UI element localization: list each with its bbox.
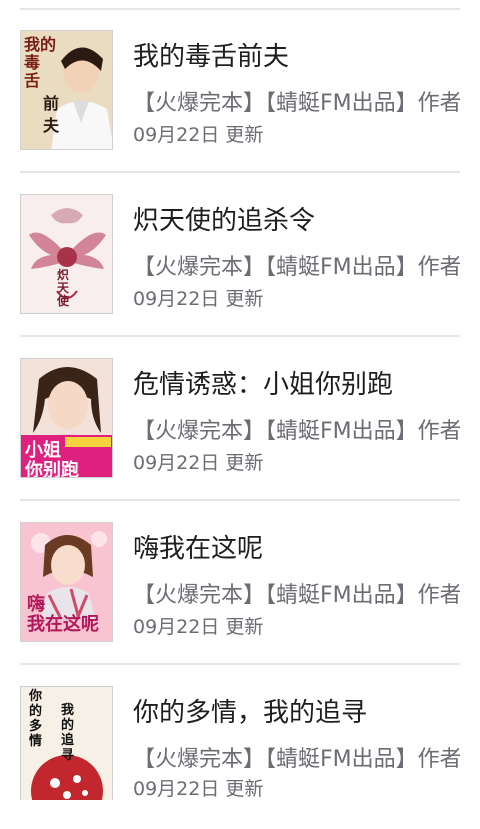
book-subtitle: 【火爆完本】【蜻蜓FM出品】作者... [133, 419, 460, 444]
book-item[interactable]: 嗨我在这呢 嗨我在这呢 【火爆完本】【蜻蜓FM出品】作者... 09月22日 更… [0, 502, 480, 665]
item-divider [20, 335, 460, 337]
book-cover[interactable]: 你的多情 我的追寻 [20, 686, 113, 800]
cover-title-text: 小姐 你别跑 [25, 440, 79, 478]
book-update-date: 09月22日 更新 [133, 452, 264, 474]
book-subtitle: 【火爆完本】【蜻蜓FM出品】作者... [133, 91, 460, 116]
book-title: 嗨我在这呢 [133, 534, 264, 564]
book-update-date: 09月22日 更新 [133, 124, 264, 146]
book-update-date: 09月22日 更新 [133, 778, 264, 800]
book-cover[interactable]: 我的毒舌 前夫 [20, 30, 113, 150]
book-title: 炽天使的追杀令 [133, 206, 316, 236]
book-title: 我的毒舌前夫 [133, 42, 290, 72]
book-item[interactable]: 你的多情 我的追寻 你的多情，我的追寻 【火爆完本】【蜻蜓FM出品】作者... … [0, 666, 480, 829]
cover-title-text: 嗨我在这呢 [27, 594, 99, 635]
book-subtitle: 【火爆完本】【蜻蜓FM出品】作者... [133, 747, 460, 772]
book-cover[interactable]: 嗨我在这呢 [20, 522, 113, 642]
item-divider [20, 499, 460, 501]
cover-title-text: 我的追寻 [61, 703, 75, 763]
book-update-date: 09月22日 更新 [133, 288, 264, 310]
book-item[interactable]: 小姐 你别跑 危情诱惑：小姐你别跑 【火爆完本】【蜻蜓FM出品】作者... 09月… [0, 338, 480, 501]
cover-title-text: 炽天使 [57, 268, 70, 308]
book-title: 你的多情，我的追寻 [133, 698, 368, 728]
book-cover[interactable]: 炽天使 [20, 194, 113, 314]
item-divider [20, 663, 460, 665]
book-title: 危情诱惑：小姐你别跑 [133, 370, 394, 400]
cover-title-text: 我的毒舌 [24, 35, 57, 90]
book-subtitle: 【火爆完本】【蜻蜓FM出品】作者... [133, 583, 460, 608]
book-item[interactable]: 我的毒舌 前夫 我的毒舌前夫 【火爆完本】【蜻蜓FM出品】作者... 09月22… [0, 10, 480, 173]
book-cover[interactable]: 小姐 你别跑 [20, 358, 113, 478]
book-subtitle: 【火爆完本】【蜻蜓FM出品】作者... [133, 255, 460, 280]
book-item[interactable]: 炽天使 炽天使的追杀令 【火爆完本】【蜻蜓FM出品】作者... 09月22日 更… [0, 174, 480, 337]
book-update-date: 09月22日 更新 [133, 616, 264, 638]
item-divider [20, 171, 460, 173]
cover-title-text: 前夫 [43, 94, 60, 135]
cover-title-text: 你的多情 [29, 689, 43, 749]
